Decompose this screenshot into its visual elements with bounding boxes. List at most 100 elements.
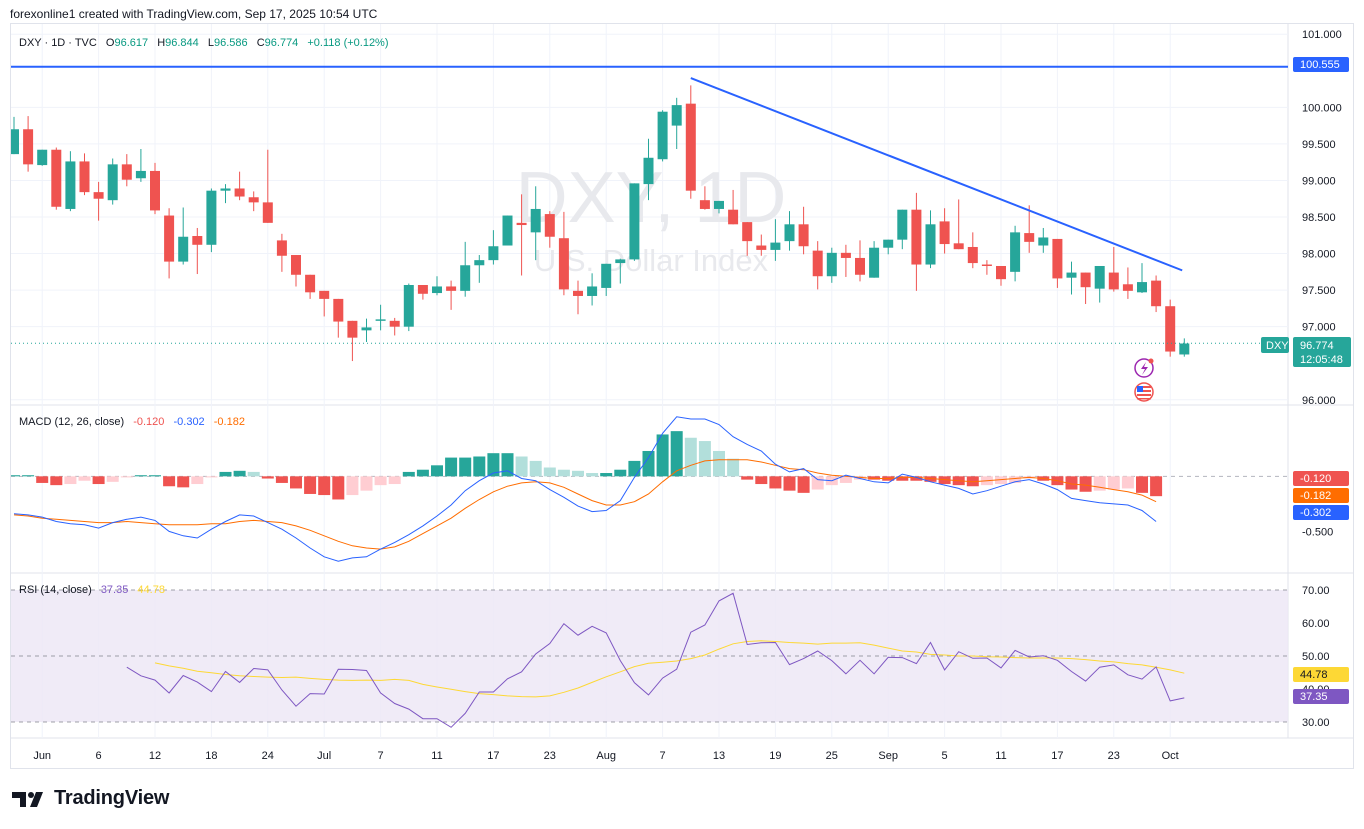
price-tick-label: 99.500: [1302, 139, 1336, 151]
legend-close: 96.774: [265, 37, 299, 49]
price-tick-label: 100.000: [1302, 102, 1342, 114]
candle-body: [883, 239, 894, 248]
candle-body: [996, 265, 1006, 280]
lightning-event-icon[interactable]: [1134, 358, 1154, 378]
candle-body: [93, 192, 104, 199]
macd-hist-bar: [191, 476, 204, 485]
time-tick-label: 13: [713, 750, 725, 762]
footer-brand[interactable]: TradingView: [12, 787, 169, 810]
legend-high: 96.844: [165, 37, 199, 49]
macd-hist-bar: [529, 460, 542, 477]
price-legend: DXY · 1D · TVC O96.617 H96.844 L96.586 C…: [19, 37, 389, 49]
macd-hist-bar: [149, 475, 161, 477]
macd-hist-bar: [557, 469, 570, 477]
tradingview-brand-name: TradingView: [54, 787, 170, 809]
macd-hist-bar: [416, 469, 429, 477]
candle-body: [51, 149, 62, 207]
legend-open: 96.617: [114, 37, 148, 49]
macd-legend-signal: -0.182: [214, 416, 245, 428]
candle-body: [206, 190, 217, 245]
candle-body: [756, 245, 767, 250]
price-tick-label: 98.500: [1302, 212, 1336, 224]
macd-hist-bar: [233, 470, 246, 477]
candle-body: [192, 236, 203, 245]
candle-body: [1179, 343, 1190, 355]
time-tick-label: 19: [769, 750, 781, 762]
macd-hist-bar: [614, 469, 627, 477]
time-tick-label: 23: [1108, 750, 1120, 762]
macd-hist-bar: [684, 437, 697, 477]
candle-body: [234, 188, 245, 197]
time-tick-label: 7: [378, 750, 384, 762]
candle-body: [615, 259, 626, 264]
macd-hist-bar: [332, 476, 345, 500]
macd-hist-badge: -0.120: [1293, 471, 1349, 486]
time-tick-label: 6: [96, 750, 102, 762]
time-tick-label: 17: [1051, 750, 1063, 762]
macd-hist-bar: [275, 476, 288, 483]
candle-body: [967, 246, 978, 264]
macd-hist-bar: [219, 471, 232, 477]
macd-hist-bar: [163, 476, 176, 487]
time-tick-label: 11: [995, 750, 1006, 762]
candle-body: [460, 265, 471, 291]
legend-change: +0.118 (+0.12%): [307, 37, 388, 49]
bar-countdown: 12:05:48: [1300, 354, 1343, 366]
price-tick-label: 101.000: [1302, 29, 1342, 41]
candle-body: [1010, 232, 1021, 272]
candle-body: [432, 286, 442, 294]
macd-hist-bar: [346, 476, 359, 496]
macd-hist-bar: [92, 476, 105, 485]
macd-hist-bar: [304, 476, 317, 494]
candle-body: [347, 320, 358, 338]
rsi-legend-value: 37.35: [101, 584, 129, 596]
candle-body: [770, 242, 781, 250]
macd-hist-bar: [1079, 476, 1092, 492]
candle-body: [389, 320, 400, 327]
candle-body: [1052, 238, 1063, 279]
macd-hist-bar: [783, 476, 796, 491]
candle-body: [65, 161, 76, 209]
candle-body: [897, 209, 908, 240]
macd-hist-bar: [290, 476, 302, 489]
candle-body: [375, 319, 386, 321]
macd-hist-bar: [360, 476, 373, 491]
svg-text:100.555: 100.555: [1300, 59, 1340, 71]
candle-body: [333, 298, 344, 322]
svg-text:DXY: DXY: [1266, 340, 1289, 352]
macd-hist-bar: [1093, 476, 1106, 491]
macd-hist-bar: [755, 476, 768, 485]
candle-body: [361, 327, 372, 331]
candle-body: [417, 285, 428, 294]
macd-hist-bar: [515, 456, 528, 477]
candle-body: [953, 243, 964, 250]
candle-body: [784, 224, 795, 242]
time-tick-label: 5: [942, 750, 948, 762]
rsi-tick-label: 60.00: [1302, 618, 1330, 630]
chart-canvas[interactable]: DXY, 1D U.S. Dollar Index Jun 6 12 18 24 Jul 7…: [8, 24, 1353, 768]
candle-body: [798, 224, 809, 247]
time-tick-label: Oct: [1162, 750, 1179, 762]
price-tick-label: 97.000: [1302, 322, 1336, 334]
candle-body: [530, 208, 541, 233]
macd-signal-badge: -0.182: [1293, 488, 1349, 503]
candle-body: [474, 260, 485, 266]
candle-body: [826, 252, 837, 277]
time-tick-label: 17: [487, 750, 499, 762]
candle-body: [178, 236, 189, 262]
macd-hist-bar: [543, 467, 556, 477]
macd-hist-bar: [78, 476, 91, 481]
chart-caption: forexonline1 created with TradingView.co…: [10, 7, 378, 21]
candle-body: [248, 197, 259, 203]
rsi-band-background: [11, 590, 1288, 722]
time-tick-label: Aug: [596, 750, 616, 762]
candle-body: [121, 164, 132, 180]
macd-hist-bar: [1150, 476, 1163, 497]
candle-body: [812, 250, 823, 277]
watermark-name: U.S. Dollar Index: [534, 243, 769, 278]
candle-body: [699, 200, 710, 209]
svg-text:-0.120: -0.120: [1300, 473, 1331, 485]
us-flag-event-icon[interactable]: [1134, 382, 1154, 402]
macd-hist-bar: [586, 473, 599, 477]
macd-hist-bar: [388, 476, 401, 485]
